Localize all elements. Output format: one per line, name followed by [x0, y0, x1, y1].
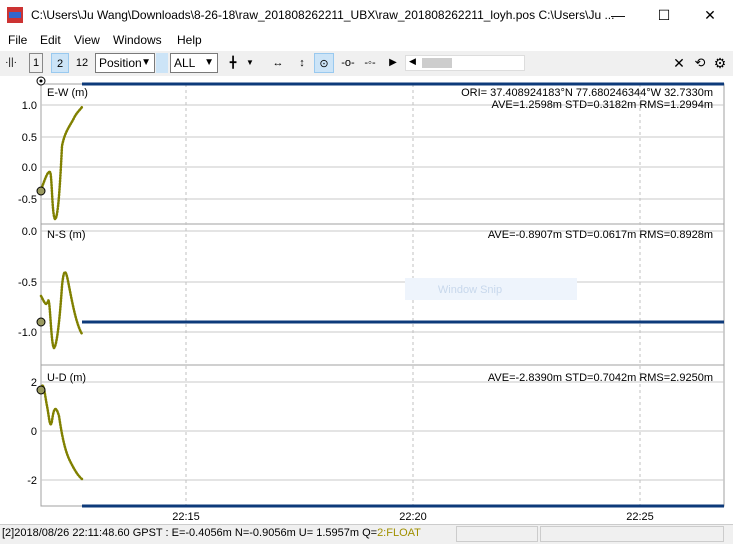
time-tick-label: 22:25 [626, 511, 654, 523]
toolbar: ·||· 1 2 12 Position ▼ ALL ▼ ╋ ▼ ↔ ↕ ⊙ -… [0, 51, 733, 76]
ud-float-series [39, 384, 84, 481]
title-bar: C:\Users\Ju Wang\Downloads\8-26-18\raw_2… [0, 0, 733, 31]
panel-frames [40, 83, 725, 507]
ns-tick-label: 0.0 [22, 226, 37, 238]
status-bar: [2]2018/08/26 22:11:48.60 GPST : E=-0.40… [0, 524, 733, 544]
time-tick-label: 22:20 [399, 511, 427, 523]
ns-tick-label: -1.0 [18, 327, 37, 339]
settings-icon[interactable]: ⚙ [712, 53, 728, 73]
ud-tick-label: 2 [31, 377, 37, 389]
menu-bar: File Edit View Windows Help [0, 31, 733, 51]
plot-area[interactable]: 1.0 0.5 0.0 -0.5 0.0 -0.5 -1.0 2 0 -2 22… [0, 76, 733, 524]
origin-text: ORI= 37.408924183°N 77.680246344°W 32.73… [461, 87, 713, 99]
ew-float-series [39, 105, 84, 221]
ew-tick-label: -0.5 [18, 194, 37, 206]
menu-file[interactable]: File [8, 33, 27, 47]
ud-tick-label: 0 [31, 426, 37, 438]
ud-panel-label: U-D (m) [47, 372, 86, 384]
ud-tick-label: -2 [27, 475, 37, 487]
ud-stats: AVE=-2.8390m STD=0.7042m RMS=2.9250m [488, 372, 713, 384]
ns-float-series [39, 271, 84, 350]
show-track-icon[interactable]: -o- [338, 53, 358, 73]
ns-tick-label: -0.5 [18, 277, 37, 289]
close-icon[interactable]: ✕ [671, 53, 687, 73]
ew-tick-label: 1.0 [22, 100, 37, 112]
menu-help[interactable]: Help [177, 33, 202, 47]
app-icon [7, 7, 23, 23]
satellite-value: ALL [174, 56, 196, 70]
menu-edit[interactable]: Edit [40, 33, 61, 47]
status-quality: 2:FLOAT [377, 527, 421, 539]
cursor-marker[interactable] [36, 76, 46, 86]
plot-1-button[interactable]: 1 [29, 53, 43, 73]
scroll-left-icon[interactable]: ◀ [409, 56, 416, 67]
play-icon[interactable]: ▶ [386, 53, 400, 73]
grip-icon: ·||· [5, 57, 17, 68]
satellite-select[interactable]: ALL ▼ [170, 53, 218, 73]
plot-type-select[interactable]: Position ▼ [95, 53, 155, 73]
point-icon[interactable]: -◦- [362, 53, 378, 73]
status-position: [2]2018/08/26 22:11:48.60 GPST : E=-0.40… [2, 527, 378, 539]
ns-panel-label: N-S (m) [47, 229, 86, 241]
scroll-thumb[interactable] [422, 58, 452, 68]
float-series [39, 105, 84, 481]
ns-stats: AVE=-0.8907m STD=0.0617m RMS=0.8928m [488, 229, 713, 241]
menu-view[interactable]: View [74, 33, 100, 47]
minimize-button[interactable]: — [595, 0, 641, 31]
ew-tick-label: 0.0 [22, 162, 37, 174]
fit-vertical-icon[interactable]: ↕ [292, 53, 312, 73]
window-snip-watermark: Window Snip [438, 284, 502, 296]
status-panel [540, 526, 724, 542]
chevron-down-icon: ▼ [141, 57, 151, 68]
status-text: [2]2018/08/26 22:11:48.60 GPST : E=-0.40… [2, 527, 421, 539]
reload-icon[interactable]: ⟲ [692, 53, 708, 73]
window-title: C:\Users\Ju Wang\Downloads\8-26-18\raw_2… [31, 8, 615, 22]
time-tick-label: 22:15 [172, 511, 200, 523]
fit-horizontal-icon[interactable]: ↔ [268, 53, 288, 73]
ew-panel-label: E-W (m) [47, 87, 88, 99]
ew-stats: AVE=1.2598m STD=0.3182m RMS=1.2994m [492, 99, 713, 111]
position-plot[interactable]: 1.0 0.5 0.0 -0.5 0.0 -0.5 -1.0 2 0 -2 22… [0, 76, 733, 524]
quality-indicator [156, 53, 168, 73]
position-band-bars [82, 82, 724, 508]
status-panel [456, 526, 538, 542]
center-origin-icon[interactable]: ⊙ [314, 53, 334, 73]
plot-12-button[interactable]: 12 [73, 53, 91, 73]
plot-type-value: Position [99, 56, 142, 70]
menu-windows[interactable]: Windows [113, 33, 162, 47]
ew-tick-label: 0.5 [22, 132, 37, 144]
crosshair-icon[interactable]: ╋ [224, 53, 242, 73]
close-window-button[interactable]: ✕ [687, 0, 733, 31]
chevron-down-icon: ▼ [204, 57, 214, 68]
maximize-button[interactable]: ☐ [641, 0, 687, 31]
chevron-down-icon[interactable]: ▼ [244, 53, 256, 73]
plot-2-button[interactable]: 2 [51, 53, 69, 73]
time-scrollbar[interactable]: ◀ [405, 55, 525, 71]
horizontal-grid [41, 104, 724, 481]
